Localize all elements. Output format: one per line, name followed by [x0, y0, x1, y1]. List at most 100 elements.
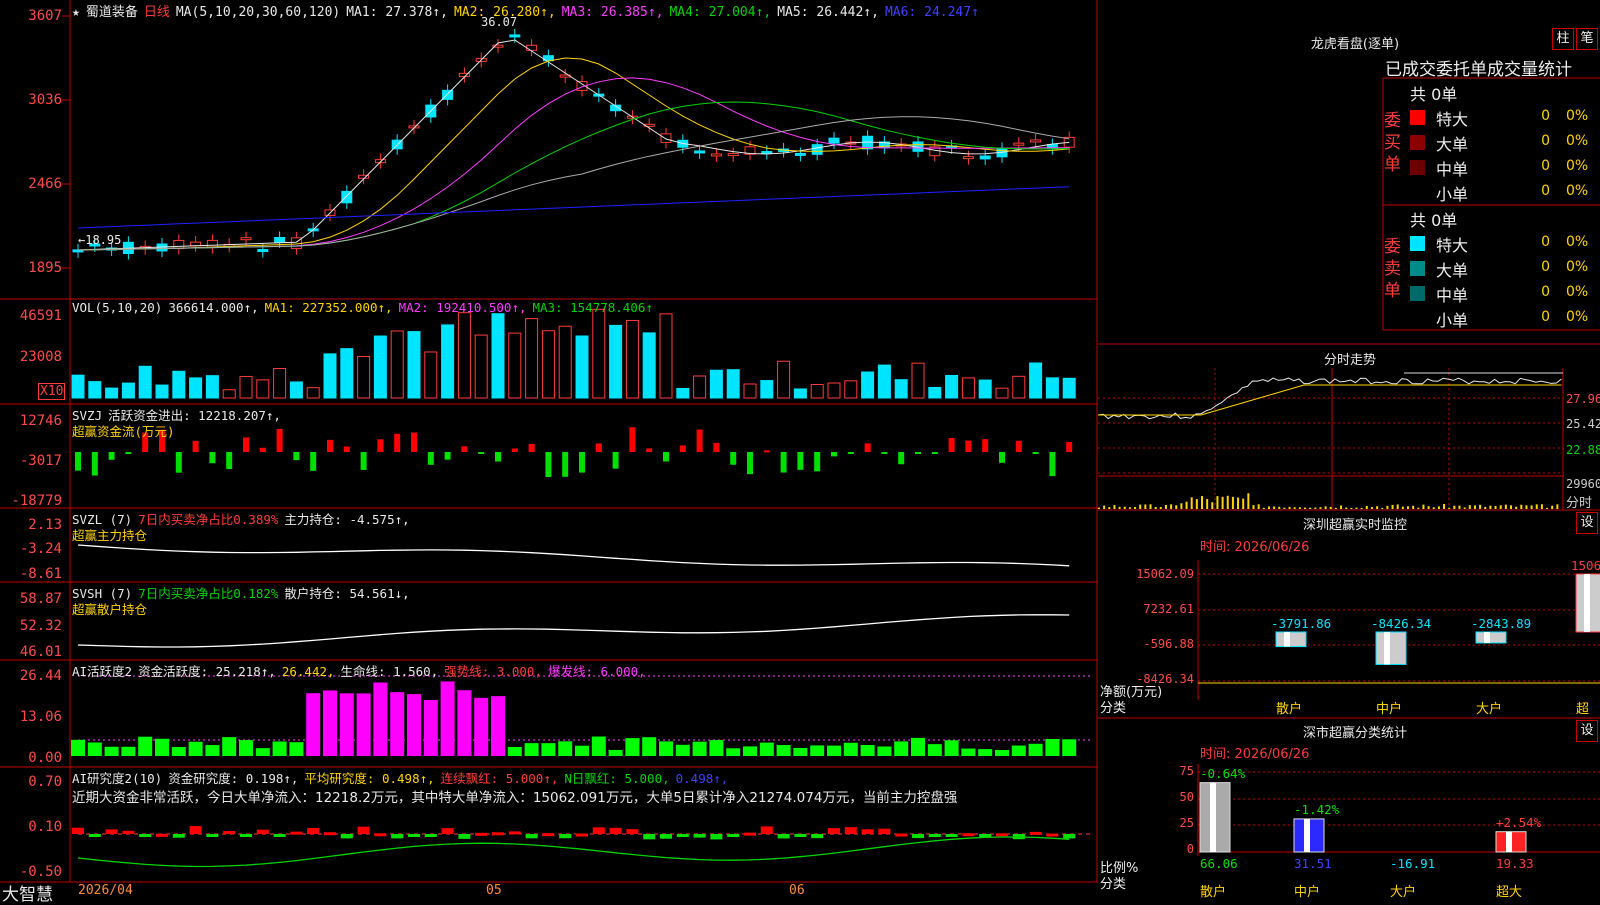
activity-bar: [323, 690, 337, 756]
buy-side-label: 委买单: [1384, 111, 1401, 175]
szclass-settings-button[interactable]: 设: [1576, 720, 1598, 742]
volume-bar: [508, 332, 522, 399]
svzl-sub: 超赢主力持仓: [72, 528, 148, 543]
szrt-settings-button[interactable]: 设: [1576, 512, 1598, 534]
bar-toggle-button[interactable]: 柱: [1552, 28, 1574, 50]
szrt-bar: [1475, 631, 1507, 644]
fund-flow-bar: [831, 452, 837, 457]
svzl-hold: 主力持仓: -4.575↑,: [284, 512, 410, 527]
activity-bar: [961, 748, 976, 756]
ai1-axis-bot: 0.00: [28, 750, 62, 766]
intraday-volume-bar: [1443, 504, 1446, 509]
ai2-red-streak: 连续飘红: 5.000↑,: [440, 771, 559, 786]
intraday-volume-bar: [1309, 507, 1312, 509]
volume-bar: [558, 325, 572, 399]
research-bar: [811, 834, 824, 839]
activity-bar: [457, 690, 472, 756]
svzj-sub: 超赢资金流(万元): [72, 424, 175, 439]
activity-bar: [121, 746, 136, 756]
buy-total: 共 0单: [1410, 85, 1458, 104]
intraday-volume-bar: [1546, 507, 1549, 509]
volume-bar: [1012, 375, 1026, 399]
intraday-volume-bar: [1216, 496, 1219, 509]
intraday-volume-bar: [1386, 505, 1389, 509]
research-line: [77, 836, 1070, 868]
intraday-vol-unit: 分时: [1566, 496, 1593, 511]
vol-value: 366614.000↑,: [168, 300, 259, 315]
szrt-value-label: -8426.34: [1371, 616, 1432, 631]
intraday-volume-bar: [1417, 507, 1420, 509]
intraday-volume-bar: [1324, 506, 1327, 509]
intraday-chart[interactable]: [1098, 368, 1564, 510]
candle-body: [526, 44, 538, 51]
intraday-volume-bar: [1473, 505, 1476, 509]
ai2-description: 近期大资金非常活跃，今日大单净流入：12218.2万元，其中特大单净流入：150…: [72, 790, 958, 806]
volume-bar: [222, 389, 236, 399]
sell-row-pct: 0%: [1566, 234, 1589, 250]
research-bar: [206, 834, 219, 837]
intraday-volume-bar: [1108, 507, 1111, 509]
fund-flow-bar: [881, 452, 888, 454]
research-bar: [307, 828, 320, 834]
ai2-label: AI研究度2(10): [72, 771, 163, 786]
research-bar: [156, 833, 168, 837]
ma-line: [77, 57, 1070, 251]
candle-body: [509, 34, 521, 38]
volume-bar: [760, 380, 774, 399]
volume-bar: [121, 382, 135, 399]
candle-body: [962, 156, 974, 160]
chart-area[interactable]: ★ 蜀道装备 日线 MA(5,10,20,30,60,120) MA1: 27.378↑…: [0, 0, 1098, 905]
volume-bar: [793, 388, 807, 399]
activity-bar: [1062, 739, 1077, 756]
research-bar: [408, 834, 420, 837]
period-label[interactable]: 日线: [144, 5, 170, 20]
ai1-b: 26.442,: [281, 664, 335, 679]
intraday-volume-bar: [1185, 501, 1188, 509]
activity-bar: [407, 694, 421, 756]
stock-name[interactable]: 蜀道装备: [86, 5, 138, 20]
fund-flow-bar: [343, 446, 350, 452]
sell-row-pct: 0%: [1566, 284, 1589, 300]
intraday-volume-bar: [1247, 493, 1250, 509]
candle-body: [173, 239, 185, 250]
volume-bar: [961, 377, 975, 399]
activity-bar: [944, 740, 959, 756]
volume-bar: [827, 382, 841, 399]
activity-bar: [726, 748, 741, 756]
buy-row-label: 大单: [1436, 135, 1469, 154]
tick-toggle-button[interactable]: 笔: [1576, 28, 1598, 50]
ma4-value: MA4: 27.004↑,: [669, 5, 772, 20]
intraday-volume-bar: [1180, 503, 1183, 509]
ai2-axis-bot: -0.50: [19, 864, 62, 880]
volume-bar: [709, 369, 723, 399]
sell-row-pct: 0%: [1566, 259, 1589, 275]
research-bar: [240, 834, 252, 837]
research-bar: [592, 827, 605, 834]
intraday-volume-bar: [1298, 507, 1301, 509]
activity-bar: [188, 741, 203, 756]
activity-bar: [860, 744, 875, 756]
fund-flow-bar: [75, 452, 81, 471]
brand-logo[interactable]: 大智慧: [2, 880, 53, 905]
ai2-axis-top: 0.70: [28, 774, 62, 790]
research-bar: [626, 829, 639, 834]
szclass-time: 时间: 2026/06/26: [1200, 747, 1310, 762]
szclass-value-label: 19.33: [1496, 856, 1534, 871]
research-bar: [643, 834, 656, 840]
volume-bar: [88, 381, 102, 399]
szrt-bar: [1375, 631, 1407, 665]
szrt-axis-label: -596.88: [1143, 637, 1194, 651]
research-bar: [256, 829, 269, 834]
volume-bar: [357, 356, 371, 399]
buy-row-pct: 0%: [1566, 133, 1589, 149]
svsh-ratio: 7日内买卖净占比0.182%: [138, 586, 279, 601]
candle-body: [694, 150, 706, 154]
intraday-volume-bar: [1098, 507, 1100, 509]
svzl-axis-top: 2.13: [28, 517, 62, 533]
intraday-volume-bar: [1525, 505, 1528, 509]
volume-bar: [726, 369, 740, 399]
activity-bar: [87, 742, 102, 756]
szrt-bar: [1275, 631, 1307, 648]
research-bar: [172, 834, 185, 838]
fund-flow-bar: [1015, 440, 1022, 452]
